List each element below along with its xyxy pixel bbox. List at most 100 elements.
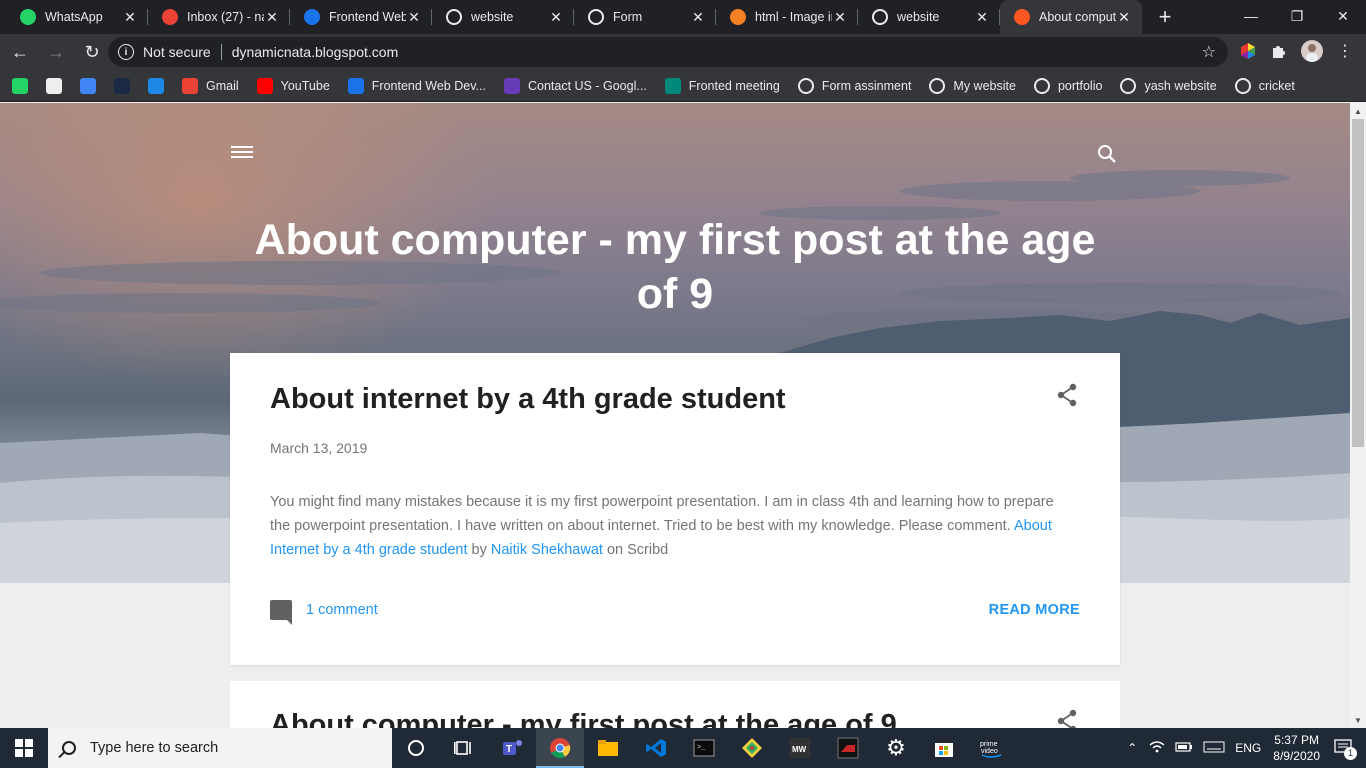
close-tab-icon[interactable]: ✕ — [690, 9, 706, 26]
comments-link[interactable]: 1 comment — [270, 600, 378, 625]
git-kraken-icon[interactable] — [728, 728, 776, 768]
browser-tab[interactable]: html - Image ir ✕ — [716, 0, 858, 34]
blogger-icon — [1014, 9, 1030, 25]
close-tab-icon[interactable]: ✕ — [832, 9, 848, 26]
bookmark-label: Frontend Web Dev... — [371, 78, 486, 93]
bookmark-item[interactable]: cricket — [1234, 77, 1295, 94]
close-tab-icon[interactable]: ✕ — [406, 9, 422, 26]
vscode-icon[interactable] — [632, 728, 680, 768]
bookmark-item[interactable] — [80, 77, 96, 94]
system-clock[interactable]: 5:37 PM 8/9/2020 — [1273, 732, 1320, 764]
bookmark-item[interactable]: Contact US - Googl... — [503, 77, 647, 94]
search-icon — [62, 741, 76, 755]
system-tray: ⌃ ENG 5:37 PM 8/9/2020 1 — [1127, 728, 1366, 768]
bookmark-item[interactable] — [12, 77, 28, 94]
back-button[interactable]: ← — [4, 36, 36, 68]
page-scrollbar[interactable]: ▲ ▼ — [1350, 103, 1366, 728]
battery-icon[interactable] — [1175, 741, 1193, 756]
keyboard-icon[interactable] — [1203, 741, 1225, 756]
task-view-icon[interactable] — [440, 728, 488, 768]
microsoft-store-icon[interactable] — [920, 728, 968, 768]
close-tab-icon[interactable]: ✕ — [122, 9, 138, 26]
browser-tab[interactable]: Inbox (27) - na ✕ — [148, 0, 290, 34]
info-icon[interactable]: i — [118, 44, 134, 60]
chevron-up-icon[interactable]: ⌃ — [1127, 741, 1137, 755]
language-indicator[interactable]: ENG — [1235, 741, 1261, 755]
restore-button[interactable]: ❐ — [1274, 0, 1320, 32]
browser-toolbar: ← → ↻ i Not secure dynamicnata.blogspot.… — [0, 34, 1366, 70]
taskbar-search-box[interactable]: Type here to search — [48, 728, 392, 768]
svg-text:prime: prime — [980, 741, 998, 748]
browser-tab[interactable]: website ✕ — [432, 0, 574, 34]
tab-title: WhatsApp — [45, 10, 103, 24]
teams-icon[interactable]: T — [488, 728, 536, 768]
read-more-link[interactable]: READ MORE — [989, 602, 1080, 618]
forward-button[interactable]: → — [40, 36, 72, 68]
bookmark-item[interactable] — [148, 77, 164, 94]
bookmark-item[interactable]: yash website — [1120, 77, 1217, 94]
wifi-icon[interactable] — [1149, 740, 1165, 757]
action-center-icon[interactable]: 1 — [1334, 738, 1357, 760]
bookmark-item[interactable]: portfolio — [1033, 77, 1103, 94]
notification-badge: 1 — [1344, 746, 1357, 760]
minimize-button[interactable]: — — [1228, 0, 1274, 32]
close-window-button[interactable]: ✕ — [1320, 0, 1366, 32]
game-nfs-icon[interactable]: MW — [776, 728, 824, 768]
color-extension-icon[interactable] — [1237, 40, 1259, 62]
cortana-icon[interactable] — [392, 728, 440, 768]
close-tab-icon[interactable]: ✕ — [264, 9, 280, 26]
windows-start-icon[interactable] — [0, 728, 48, 768]
profile-avatar[interactable] — [1301, 40, 1323, 62]
close-tab-icon[interactable]: ✕ — [1116, 9, 1132, 26]
url-text[interactable]: dynamicnata.blogspot.com — [232, 44, 399, 60]
close-tab-icon[interactable]: ✕ — [974, 9, 990, 26]
hamburger-menu-icon[interactable] — [231, 143, 253, 161]
bookmark-star-icon[interactable]: ☆ — [1202, 42, 1216, 62]
bookmark-item[interactable] — [46, 77, 62, 94]
snippet-on: on Scribd — [606, 542, 669, 558]
google-docs-icon — [80, 77, 96, 94]
extensions-puzzle-icon[interactable] — [1268, 40, 1290, 62]
browser-tab[interactable]: Form ✕ — [574, 0, 716, 34]
svg-text:MW: MW — [792, 745, 807, 754]
post-card: About internet by a 4th grade student Ma… — [230, 353, 1120, 665]
share-icon[interactable] — [1056, 709, 1078, 728]
blog-title[interactable]: About computer - my first post at the ag… — [230, 213, 1120, 321]
game-racing-icon[interactable] — [824, 728, 872, 768]
bookmark-item[interactable]: YouTube — [256, 77, 330, 94]
post-title-2[interactable]: About computer - my first post at the ag… — [270, 709, 897, 728]
bookmark-item[interactable]: Gmail — [182, 77, 239, 94]
blog-page: About computer - my first post at the ag… — [0, 103, 1350, 728]
scrollbar-thumb[interactable] — [1352, 119, 1364, 447]
bookmark-item[interactable]: My website — [929, 77, 1016, 94]
file-explorer-icon[interactable] — [584, 728, 632, 768]
browser-tab[interactable]: WhatsApp ✕ — [6, 0, 148, 34]
reload-button[interactable]: ↻ — [76, 36, 108, 68]
bookmark-item[interactable] — [114, 77, 130, 94]
chrome-menu-icon[interactable]: ⋮ — [1334, 40, 1356, 62]
new-tab-button[interactable]: + — [1150, 0, 1180, 34]
close-tab-icon[interactable]: ✕ — [548, 9, 564, 26]
share-icon[interactable] — [1056, 383, 1078, 412]
comments-count[interactable]: 1 comment — [306, 602, 378, 618]
chrome-icon[interactable] — [536, 728, 584, 768]
scroll-down-arrow-icon[interactable]: ▼ — [1350, 712, 1366, 728]
tab-title: About comput — [1039, 10, 1116, 24]
browser-tab[interactable]: website ✕ — [858, 0, 1000, 34]
settings-gear-icon[interactable]: ⚙ — [872, 728, 920, 768]
post-title[interactable]: About internet by a 4th grade student — [270, 383, 786, 416]
author-link[interactable]: Naitik Shekhawat — [491, 542, 603, 558]
scroll-up-arrow-icon[interactable]: ▲ — [1350, 103, 1366, 119]
prime-video-icon[interactable]: prime video — [968, 728, 1016, 768]
browser-tab[interactable]: About comput ✕ — [1000, 0, 1142, 34]
bookmark-item[interactable]: Form assinment — [797, 77, 911, 94]
gmail-icon — [162, 9, 178, 25]
bookmark-item[interactable]: Frontend Web Dev... — [347, 77, 486, 94]
bookmark-item[interactable]: Fronted meeting — [664, 77, 780, 94]
bookmark-label: portfolio — [1057, 78, 1103, 93]
bookmark-label: Gmail — [206, 78, 239, 93]
browser-tab[interactable]: Frontend Web ✕ — [290, 0, 432, 34]
tab-title: website — [897, 10, 940, 24]
address-bar[interactable]: i Not secure dynamicnata.blogspot.com ☆ — [108, 37, 1228, 67]
terminal-icon[interactable]: >_ — [680, 728, 728, 768]
